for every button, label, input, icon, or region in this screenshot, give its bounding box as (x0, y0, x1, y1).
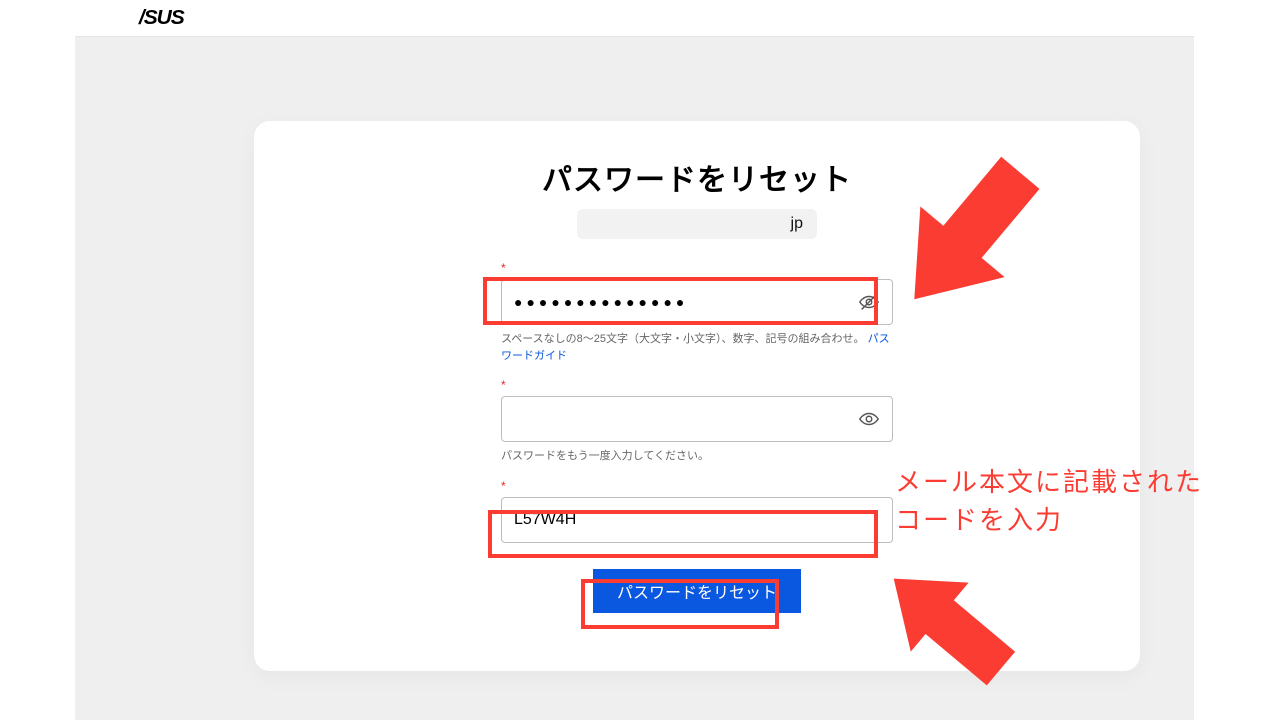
asus-logo: /SUS (139, 7, 184, 30)
code-input[interactable] (514, 498, 880, 542)
confirm-hint: パスワードをもう一度入力してください。 (501, 448, 893, 465)
email-suffix: jp (791, 215, 803, 232)
password-hint: スペースなしの8～25文字（大文字・小文字）、数字、記号の組み合わせ。 パスワー… (501, 331, 893, 364)
required-mark: * (501, 479, 893, 493)
password-input-wrap[interactable] (501, 279, 893, 325)
email-obscured: xxxxxxxxxxxxxxx (671, 215, 791, 232)
annotation-text-line1: メール本文に記載された (895, 467, 1203, 497)
confirm-input[interactable] (514, 397, 880, 441)
password-input[interactable] (514, 280, 880, 324)
annotation-text: メール本文に記載された コードを入力 (895, 464, 1203, 539)
annotation-arrow-top (870, 100, 1100, 330)
required-mark: * (501, 378, 893, 392)
card-inner: パスワードをリセット xxxxxxxxxxxxxxxjp * (501, 155, 893, 613)
annotation-arrow-bottom (865, 540, 1045, 720)
header: /SUS (0, 0, 1280, 36)
eye-icon[interactable] (858, 408, 880, 430)
page-title: パスワードをリセット (501, 155, 893, 199)
page-root: /SUS パスワードをリセット xxxxxxxxxxxxxxxjp * (0, 0, 1280, 720)
password-field: * スペースなしの8～25文字（大文字・小文字）、数字、記号の組み合わせ。 パス… (501, 261, 893, 364)
code-field: * (501, 479, 893, 543)
required-mark: * (501, 261, 893, 275)
confirm-field: * パスワードをもう一度入力してください。 (501, 378, 893, 465)
code-input-wrap[interactable] (501, 497, 893, 543)
email-display: xxxxxxxxxxxxxxxjp (577, 209, 817, 239)
submit-wrap: パスワードをリセット (501, 569, 893, 613)
confirm-input-wrap[interactable] (501, 396, 893, 442)
reset-password-button[interactable]: パスワードをリセット (593, 569, 801, 613)
annotation-text-line2: コードを入力 (895, 505, 1063, 535)
password-hint-text: スペースなしの8～25文字（大文字・小文字）、数字、記号の組み合わせ。 (501, 333, 865, 345)
